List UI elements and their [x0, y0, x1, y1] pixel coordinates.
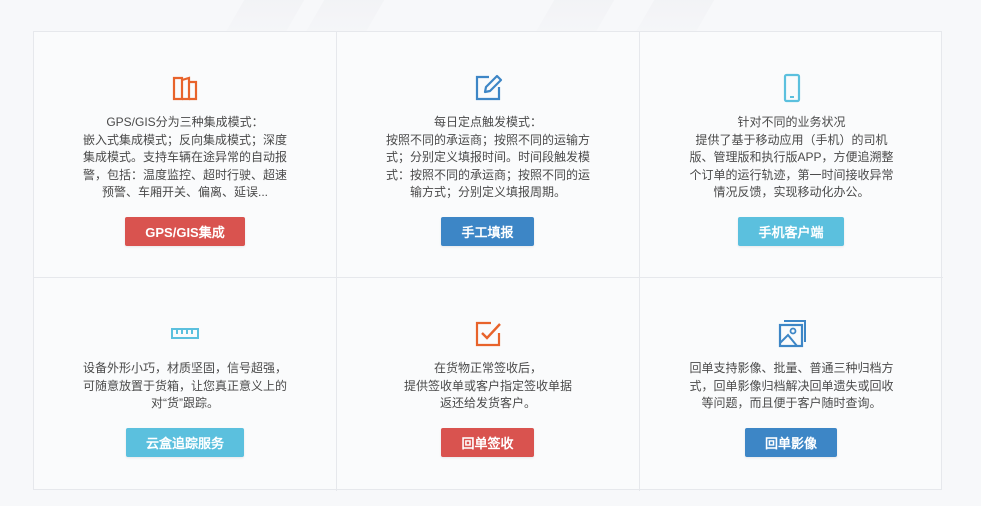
feature-card-cloud-box: 设备外形小巧，材质坚固，信号超强， 可随意放置于货箱，让您真正意义上的 对“货”… [34, 278, 337, 491]
description-line: 预警、车厢开关、偏离、延误... [101, 185, 268, 199]
feature-card-receipt-sign: 在货物正常签收后， 提供签收单或客户指定签收单据 返还给发货客户。 回单签收 [337, 278, 640, 491]
feature-description: GPS/GIS分为三种集成模式： 嵌入式集成模式；反向集成模式；深度 集成模式。… [78, 114, 292, 202]
feature-description: 回单支持影像、批量、普通三种归档方 式，回单影像归档解决回单遗失或回收 等问题，… [685, 360, 899, 413]
description-line: 等问题，而且便于客户随时查询。 [701, 396, 882, 410]
feature-description: 在货物正常签收后， 提供签收单或客户指定签收单据 返还给发货客户。 [381, 360, 595, 413]
description-line: 设备外形小巧，材质坚固，信号超强， [82, 361, 287, 375]
description-line: 返还给发货客户。 [439, 396, 536, 410]
gps-gis-button[interactable]: GPS/GIS集成 [125, 217, 245, 246]
description-line: 情况反馈，实现移动化办公。 [713, 185, 870, 199]
feature-card-manual-report: 每日定点触发模式： 按照不同的承运商；按照不同的运输方 式；分别定义填报时间。时… [337, 32, 640, 278]
manual-report-button[interactable]: 手工填报 [441, 217, 534, 246]
mobile-phone-icon [776, 72, 808, 104]
description-line: 回单支持影像、批量、普通三种归档方 [689, 361, 894, 375]
description-line: 个订单的运行轨迹，第一时间接收异常 [689, 167, 894, 182]
description-line: 针对不同的业务状况 [737, 115, 846, 129]
description-line: 式，回单影像归档解决回单遗失或回收 [689, 378, 894, 393]
description-line: 嵌入式集成模式；反向集成模式；深度 [82, 132, 287, 147]
description-line: 式；分别定义填报时间。时间段触发模 [385, 150, 590, 164]
description-line: 可随意放置于货箱，让您真正意义上的 [82, 378, 287, 393]
description-line: 版、管理版和执行版APP，方便追溯整 [689, 150, 894, 164]
description-line: GPS/GIS分为三种集成模式： [106, 115, 264, 129]
book-icon [169, 72, 201, 104]
description-line: 集成模式。支持车辆在途异常的自动报 [82, 150, 287, 164]
description-line: 对“货”跟踪。 [151, 396, 219, 410]
image-icon [776, 318, 808, 350]
ruler-device-icon [169, 318, 201, 350]
feature-card-mobile-client: 针对不同的业务状况 提供了基于移动应用（手机）的司机 版、管理版和执行版APP，… [640, 32, 943, 278]
receipt-image-button[interactable]: 回单影像 [745, 428, 837, 457]
feature-description: 针对不同的业务状况 提供了基于移动应用（手机）的司机 版、管理版和执行版APP，… [685, 114, 899, 202]
receipt-sign-button[interactable]: 回单签收 [441, 428, 534, 457]
feature-description: 每日定点触发模式： 按照不同的承运商；按照不同的运输方 式；分别定义填报时间。时… [381, 114, 595, 202]
feature-card-gps: GPS/GIS分为三种集成模式： 嵌入式集成模式；反向集成模式；深度 集成模式。… [34, 32, 337, 278]
description-line: 式：按照不同的承运商；按照不同的运 [385, 167, 590, 182]
edit-icon [472, 72, 504, 104]
description-line: 输方式；分别定义填报周期。 [409, 185, 566, 199]
checkbox-icon [472, 318, 504, 350]
cloud-box-tracking-button[interactable]: 云盒追踪服务 [126, 428, 244, 457]
description-line: 警，包括：温度监控、超时行驶、超速 [82, 167, 287, 182]
feature-card-receipt-image: 回单支持影像、批量、普通三种归档方 式，回单影像归档解决回单遗失或回收 等问题，… [640, 278, 943, 491]
description-line: 提供签收单或客户指定签收单据 [403, 378, 572, 393]
description-line: 在货物正常签收后， [433, 361, 542, 375]
description-line: 提供了基于移动应用（手机）的司机 [695, 132, 888, 147]
mobile-client-button[interactable]: 手机客户端 [738, 217, 844, 246]
description-line: 每日定点触发模式： [433, 115, 542, 129]
feature-description: 设备外形小巧，材质坚固，信号超强， 可随意放置于货箱，让您真正意义上的 对“货”… [78, 360, 292, 413]
features-grid: GPS/GIS分为三种集成模式： 嵌入式集成模式；反向集成模式；深度 集成模式。… [33, 31, 943, 491]
description-line: 按照不同的承运商；按照不同的运输方 [385, 132, 590, 147]
